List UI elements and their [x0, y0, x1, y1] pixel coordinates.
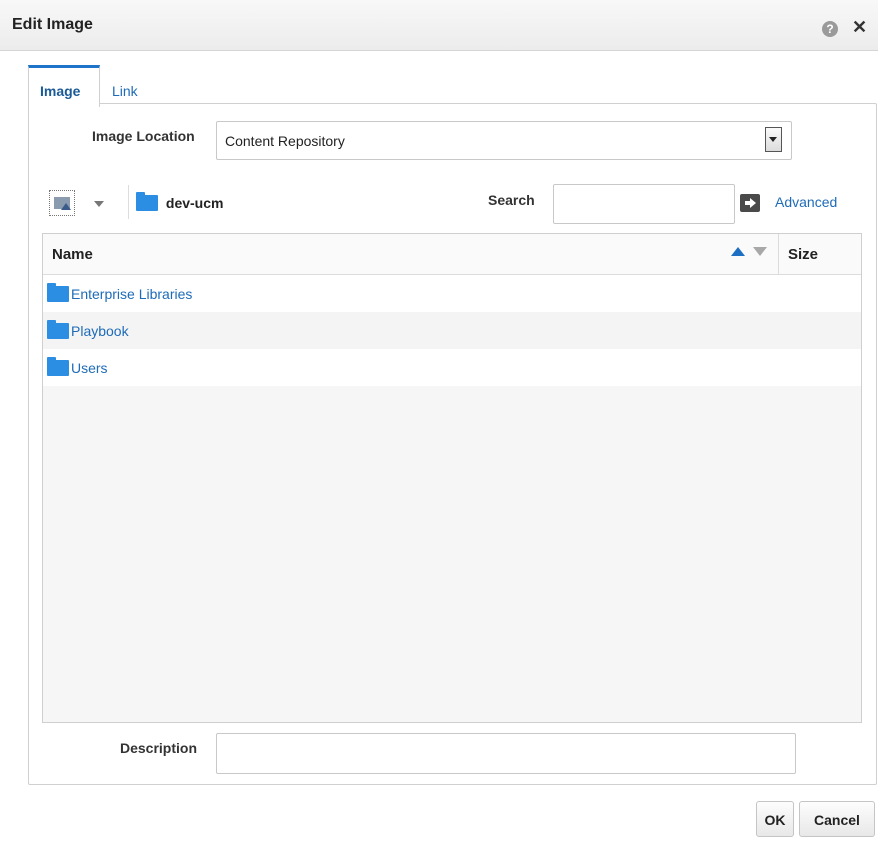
table-row[interactable]: Users	[43, 349, 861, 386]
column-divider[interactable]	[778, 234, 779, 274]
description-label: Description	[120, 740, 198, 756]
image-location-label: Image Location	[92, 128, 195, 144]
row-name-cell: Playbook	[47, 320, 129, 340]
breadcrumb[interactable]: dev-ucm	[136, 192, 224, 212]
toolbar-divider	[128, 185, 129, 219]
tab-image-label: Image	[40, 83, 81, 99]
sort-descending-icon[interactable]	[753, 247, 767, 256]
folder-icon	[47, 320, 69, 340]
description-input[interactable]	[216, 733, 796, 774]
table-row[interactable]: Playbook	[43, 312, 861, 349]
advanced-search-link[interactable]: Advanced	[775, 194, 837, 210]
upload-menu-chevron-down-icon[interactable]	[94, 201, 104, 207]
search-go-icon[interactable]	[740, 194, 760, 212]
table-row[interactable]: Enterprise Libraries	[43, 275, 861, 312]
sort-ascending-icon[interactable]	[731, 247, 745, 256]
folder-icon	[47, 357, 69, 377]
image-location-select[interactable]: Content Repository	[216, 121, 792, 160]
breadcrumb-current-folder: dev-ucm	[165, 195, 224, 212]
image-location-dropdown-button[interactable]	[765, 127, 782, 152]
upload-icon[interactable]	[49, 190, 75, 216]
cancel-button[interactable]: Cancel	[799, 801, 875, 837]
tab-image[interactable]: Image	[28, 65, 100, 107]
ok-button[interactable]: OK	[756, 801, 794, 837]
row-name-cell: Users	[47, 357, 108, 377]
table-header: Name Size	[43, 234, 861, 275]
tab-link-label: Link	[112, 83, 138, 99]
dialog-titlebar: Edit Image ? ✕	[0, 0, 878, 51]
column-header-size[interactable]: Size	[788, 246, 818, 263]
column-header-name[interactable]: Name	[52, 246, 93, 263]
edit-image-dialog: Edit Image ? ✕ Image Link Image Location…	[0, 0, 878, 850]
search-label: Search	[488, 192, 535, 208]
file-browser-table: Name Size Enterprise Libraries Playbook …	[42, 233, 862, 723]
dialog-title: Edit Image	[12, 16, 93, 33]
close-icon[interactable]: ✕	[852, 17, 867, 37]
folder-name-link[interactable]: Playbook	[71, 323, 129, 339]
help-icon[interactable]: ?	[822, 21, 838, 37]
search-input[interactable]	[553, 184, 735, 224]
folder-name-link[interactable]: Enterprise Libraries	[71, 286, 192, 302]
folder-name-link[interactable]: Users	[71, 360, 108, 376]
row-name-cell: Enterprise Libraries	[47, 283, 192, 303]
folder-icon	[136, 192, 158, 212]
image-location-value: Content Repository	[225, 133, 345, 149]
folder-icon	[47, 283, 69, 303]
